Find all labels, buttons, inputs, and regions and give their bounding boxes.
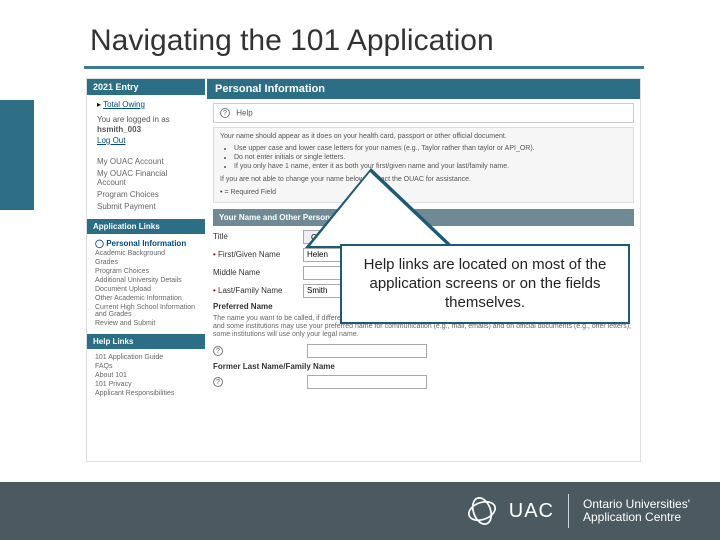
sidebar-item[interactable]: Current High School Information and Grad…	[95, 304, 197, 318]
screenshot-sidebar: 2021 Entry ▸ Total Owing You are logged …	[87, 79, 205, 461]
preferred-name-input[interactable]	[307, 344, 427, 358]
note-lead: Your name should appear as it does on yo…	[220, 132, 627, 141]
sidebar-item[interactable]: Review and Submit	[95, 320, 197, 327]
quick-link[interactable]: Program Choices	[97, 190, 195, 199]
first-name-label: First/Given Name	[213, 250, 303, 259]
preferred-name-label: Preferred Name	[213, 302, 303, 311]
help-link[interactable]: 101 Application Guide	[95, 354, 197, 361]
quick-link[interactable]: Submit Payment	[97, 202, 195, 211]
callout-pointer-fill	[310, 172, 472, 246]
application-links-header: Application Links	[87, 219, 205, 234]
entry-year-header: 2021 Entry	[87, 79, 205, 95]
logo-text-line2: Application Centre	[583, 511, 690, 524]
logout-link[interactable]: Log Out	[97, 136, 125, 145]
quick-link[interactable]: My OUAC Account	[97, 157, 195, 166]
application-links: ◯ Personal Information Academic Backgrou…	[87, 234, 205, 332]
help-link[interactable]: Applicant Responsibilities	[95, 390, 197, 397]
help-button[interactable]: ? Help	[213, 103, 634, 123]
former-name-label: Former Last Name/Family Name	[213, 362, 353, 371]
title-label: Title	[213, 232, 303, 241]
panel-title: Personal Information	[207, 79, 640, 99]
help-links: 101 Application Guide FAQs About 101 101…	[87, 349, 205, 402]
ouac-logo: UAC Ontario Universities' Application Ce…	[465, 494, 690, 528]
required-legend: = Required Field	[224, 189, 276, 196]
total-owing-link[interactable]: Total Owing	[103, 100, 145, 109]
help-link[interactable]: About 101	[95, 372, 197, 379]
slide-title: Navigating the 101 Application	[90, 24, 494, 58]
help-link[interactable]: 101 Privacy	[95, 381, 197, 388]
sidebar-item[interactable]: Additional University Details	[95, 277, 197, 284]
sidebar-item[interactable]: Grades	[95, 259, 197, 266]
logo-text-main: UAC	[509, 500, 554, 523]
former-name-input[interactable]	[307, 375, 427, 389]
logo-mark-icon	[465, 494, 499, 528]
note-item: Do not enter initials or single letters.	[234, 153, 627, 162]
help-links-header: Help Links	[87, 334, 205, 349]
sidebar-item[interactable]: Program Choices	[95, 268, 197, 275]
help-link[interactable]: FAQs	[95, 363, 197, 370]
help-icon: ?	[220, 108, 230, 118]
quick-links: My OUAC Account My OUAC Financial Accoun…	[87, 151, 205, 217]
login-username: hsmith_003	[97, 125, 141, 134]
quick-link[interactable]: My OUAC Financial Account	[97, 169, 195, 187]
login-line: You are logged in as	[97, 115, 195, 125]
title-underline	[84, 66, 644, 69]
sidebar-item-personal-info[interactable]: ◯ Personal Information	[95, 239, 197, 248]
slide-accent-bar	[0, 100, 34, 210]
help-callout: Help links are located on most of the ap…	[340, 244, 630, 324]
sidebar-item[interactable]: Other Academic Information	[95, 295, 197, 302]
sidebar-item[interactable]: Document Upload	[95, 286, 197, 293]
middle-name-label: Middle Name	[213, 268, 303, 277]
sidebar-item[interactable]: Academic Background	[95, 250, 197, 257]
logo-divider	[568, 494, 569, 528]
callout-text: Help links are located on most of the ap…	[364, 256, 607, 311]
slide-footer: UAC Ontario Universities' Application Ce…	[0, 482, 720, 540]
help-button-label: Help	[236, 109, 252, 118]
note-item: Use upper case and lower case letters fo…	[234, 144, 627, 153]
total-owing-row[interactable]: ▸ Total Owing	[87, 95, 205, 112]
field-help-icon[interactable]: ?	[213, 377, 223, 387]
field-help-icon[interactable]: ?	[213, 346, 223, 356]
login-status: You are logged in as hsmith_003 Log Out	[87, 112, 205, 151]
last-name-label: Last/Family Name	[213, 286, 303, 295]
